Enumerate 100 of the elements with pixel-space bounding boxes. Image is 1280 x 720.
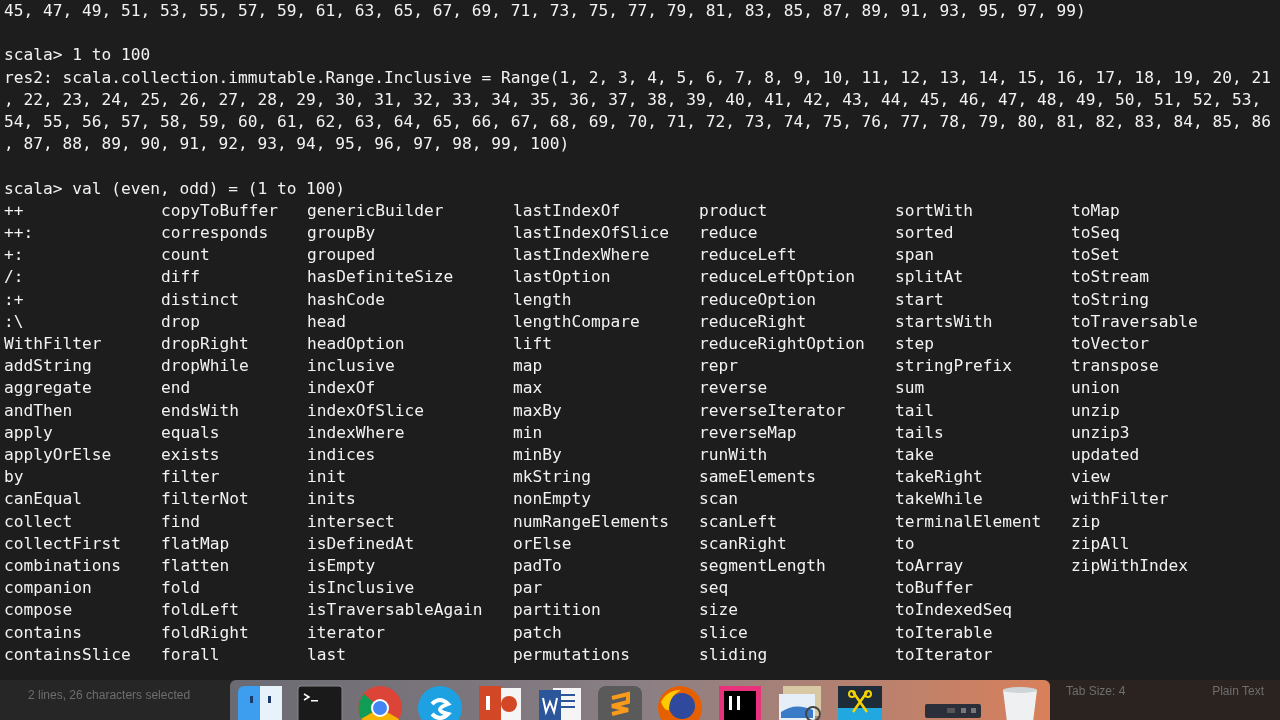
- completion-item: toStream: [1071, 266, 1149, 289]
- completion-item: reverseMap: [699, 421, 797, 444]
- completion-item: hashCode: [307, 288, 385, 311]
- terminal-line: , 22, 23, 24, 25, 26, 27, 28, 29, 30, 31, 32, 33, 34, 35, 36, 37, 38, 39, 40, 41, 42, 43, 44, 45, 46, 47, 48, 49, 50, 51, 52, 53,: [4, 88, 1262, 111]
- completion-item: toVector: [1071, 333, 1149, 355]
- completion-item: andThen: [4, 399, 73, 422]
- completion-item: count: [161, 244, 210, 267]
- completion-item: grouped: [307, 244, 376, 267]
- completion-item: apply: [4, 421, 53, 444]
- completion-item: union: [1071, 377, 1120, 400]
- completion-item: head: [307, 310, 346, 333]
- completion-item: +:: [4, 244, 24, 267]
- completion-item: toArray: [895, 555, 964, 578]
- completion-item: reduceLeftOption: [699, 266, 855, 289]
- completion-item: forall: [161, 643, 220, 666]
- completion-item: lift: [513, 333, 552, 355]
- completion-item: reduceRight: [699, 310, 807, 333]
- completion-item: unzip3: [1071, 421, 1130, 444]
- completion-item: end: [161, 377, 191, 400]
- completion-item: WithFilter: [4, 333, 102, 355]
- completion-item: runWith: [699, 444, 768, 467]
- completion-item: to: [895, 532, 915, 555]
- completion-item: reduceRightOption: [699, 333, 865, 355]
- completion-item: takeRight: [895, 466, 983, 489]
- terminal-line: , 87, 88, 89, 90, 91, 92, 93, 94, 95, 96, 97, 98, 99, 100): [4, 133, 570, 156]
- completion-item: lengthCompare: [513, 310, 640, 333]
- syntax-status: Plain Text: [1212, 683, 1264, 700]
- completion-item: toIterator: [895, 643, 993, 666]
- completion-item: flatMap: [161, 532, 230, 555]
- completion-item: isTraversableAgain: [307, 599, 483, 622]
- completion-item: reduceOption: [699, 288, 816, 311]
- completion-item: toMap: [1071, 199, 1120, 222]
- completion-item: endsWith: [161, 399, 239, 422]
- completion-item: stringPrefix: [895, 355, 1012, 378]
- completion-item: take: [895, 444, 934, 467]
- completion-item: dropWhile: [161, 355, 249, 378]
- completion-item: compose: [4, 599, 73, 622]
- completion-item: indexOf: [307, 377, 376, 400]
- completion-item: minBy: [513, 444, 562, 467]
- completion-item: exists: [161, 444, 220, 467]
- terminal-line: 45, 47, 49, 51, 53, 55, 57, 59, 61, 63, 65, 67, 69, 71, 73, 75, 77, 79, 81, 83, 85, 87, 89, 91, 93, 95, 97, 99): [4, 0, 1086, 22]
- completion-item: unzip: [1071, 399, 1120, 422]
- completion-item: fold: [161, 577, 200, 600]
- completion-item: filter: [161, 466, 220, 489]
- tab-size-status: Tab Size: 4: [1066, 683, 1126, 700]
- completion-item: diff: [161, 266, 200, 289]
- completion-item: start: [895, 288, 944, 311]
- completion-item: max: [513, 377, 543, 400]
- completion-item: :+: [4, 288, 24, 311]
- completion-item: sliding: [699, 643, 768, 666]
- completion-item: :\: [4, 310, 24, 333]
- completion-item: view: [1071, 466, 1110, 489]
- completion-item: scanRight: [699, 532, 787, 555]
- selection-status: 2 lines, 26 characters selected: [28, 688, 191, 702]
- completion-item: applyOrElse: [4, 444, 112, 467]
- completion-item: containsSlice: [4, 643, 131, 666]
- terminal-line: res2: scala.collection.immutable.Range.Inclusive = Range(1, 2, 3, 4, 5, 6, 7, 8, 9, 10, 11, 12, 13, 14, 15, 16, 17, 18, 19, 20, 21: [4, 66, 1271, 89]
- completion-item: segmentLength: [699, 555, 826, 578]
- completion-item: inits: [307, 488, 356, 511]
- completion-item: last: [307, 643, 346, 666]
- completion-item: partition: [513, 599, 601, 622]
- completion-item: indices: [307, 444, 376, 467]
- completion-item: companion: [4, 577, 92, 600]
- completion-item: drop: [161, 310, 200, 333]
- completion-item: orElse: [513, 532, 572, 555]
- completion-item: addString: [4, 355, 92, 378]
- completion-item: corresponds: [161, 222, 269, 244]
- completion-item: repr: [699, 355, 738, 378]
- completion-item: map: [513, 355, 543, 378]
- completion-item: lastIndexWhere: [513, 244, 650, 267]
- completion-item: indexOfSlice: [307, 399, 424, 422]
- completion-item: permutations: [513, 643, 630, 666]
- completion-item: nonEmpty: [513, 488, 591, 511]
- terminal-icon[interactable]: [295, 682, 345, 720]
- completion-item: withFilter: [1071, 488, 1169, 511]
- completion-item: sorted: [895, 222, 954, 244]
- completion-item: maxBy: [513, 399, 562, 422]
- completion-item: padTo: [513, 555, 562, 578]
- completion-item: equals: [161, 421, 220, 444]
- completion-item: toSeq: [1071, 222, 1120, 244]
- completion-item: mkString: [513, 466, 591, 489]
- terminal-line: 54, 55, 56, 57, 58, 59, 60, 61, 62, 63, 64, 65, 66, 67, 68, 69, 70, 71, 72, 73, 74, 75, 76, 77, 78, 79, 80, 81, 82, 83, 84, 85, 86: [4, 111, 1271, 133]
- completion-item: toString: [1071, 288, 1149, 311]
- completion-item: by: [4, 466, 24, 489]
- completion-item: inclusive: [307, 355, 395, 378]
- completion-item: reverseIterator: [699, 399, 846, 422]
- completion-item: product: [699, 199, 768, 222]
- completion-item: isInclusive: [307, 577, 415, 600]
- completion-item: zipAll: [1071, 532, 1130, 555]
- completion-item: iterator: [307, 621, 385, 644]
- completion-item: foldLeft: [161, 599, 239, 622]
- completion-item: reduce: [699, 222, 758, 244]
- completion-item: slice: [699, 621, 748, 644]
- completion-item: groupBy: [307, 222, 376, 244]
- completion-item: isEmpty: [307, 555, 376, 578]
- completion-item: foldRight: [161, 621, 249, 644]
- completion-item: step: [895, 333, 934, 355]
- completion-item: collectFirst: [4, 532, 121, 555]
- completion-item: lastIndexOfSlice: [513, 222, 669, 244]
- completion-item: intersect: [307, 510, 395, 533]
